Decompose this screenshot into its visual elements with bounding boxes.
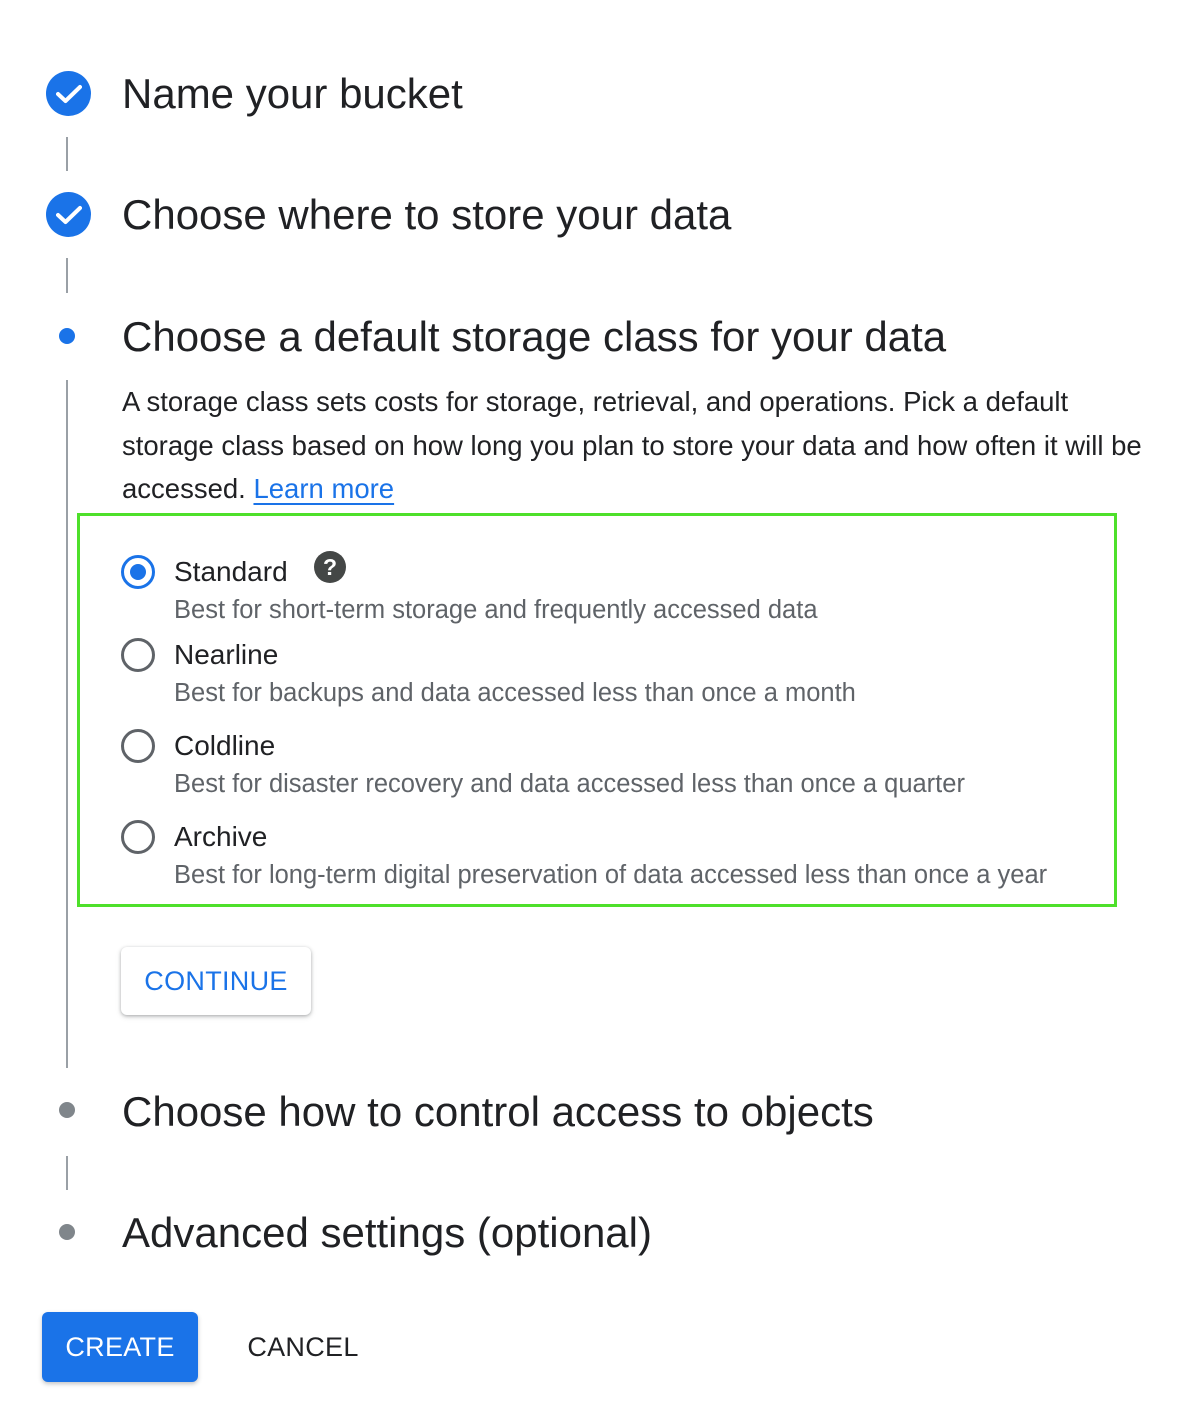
step-connector xyxy=(66,137,68,171)
option-help-coldline: Best for disaster recovery and data acce… xyxy=(174,770,965,798)
option-label-standard: Standard xyxy=(174,556,288,587)
option-help-nearline: Best for backups and data accessed less … xyxy=(174,679,856,707)
step-completed-check-icon xyxy=(46,192,91,237)
radio-nearline[interactable] xyxy=(121,638,155,672)
option-help-standard: Best for short-term storage and frequent… xyxy=(174,596,818,624)
step-title-advanced-settings[interactable]: Advanced settings (optional) xyxy=(122,1212,652,1254)
continue-button[interactable]: CONTINUE xyxy=(121,947,311,1015)
option-label-archive: Archive xyxy=(174,821,268,852)
step-completed-check-icon xyxy=(46,71,91,116)
radio-archive[interactable] xyxy=(121,820,155,854)
step-title-name-bucket[interactable]: Name your bucket xyxy=(122,73,463,115)
cancel-button[interactable]: CANCEL xyxy=(236,1312,370,1382)
create-button[interactable]: CREATE xyxy=(42,1312,198,1382)
step-connector xyxy=(66,1156,68,1190)
step-active-dot xyxy=(59,328,75,344)
radio-standard[interactable] xyxy=(121,555,155,589)
step-pending-dot xyxy=(59,1224,75,1240)
learn-more-link[interactable]: Learn more xyxy=(253,473,394,504)
step-title-storage-class[interactable]: Choose a default storage class for your … xyxy=(122,316,946,358)
step-pending-dot xyxy=(59,1102,75,1118)
create-bucket-page: Name your bucket Choose where to store y… xyxy=(0,0,1200,1416)
storage-class-description: A storage class sets costs for storage, … xyxy=(122,386,1142,504)
help-icon[interactable]: ? xyxy=(314,551,346,583)
option-help-archive: Best for long-term digital preservation … xyxy=(174,861,1048,889)
option-label-nearline: Nearline xyxy=(174,639,279,670)
step-title-location[interactable]: Choose where to store your data xyxy=(122,194,731,236)
step-connector xyxy=(66,258,68,293)
step-title-access-control[interactable]: Choose how to control access to objects xyxy=(122,1091,874,1133)
option-label-coldline: Coldline xyxy=(174,730,276,761)
step-connector xyxy=(66,380,68,1068)
radio-coldline[interactable] xyxy=(121,729,155,763)
